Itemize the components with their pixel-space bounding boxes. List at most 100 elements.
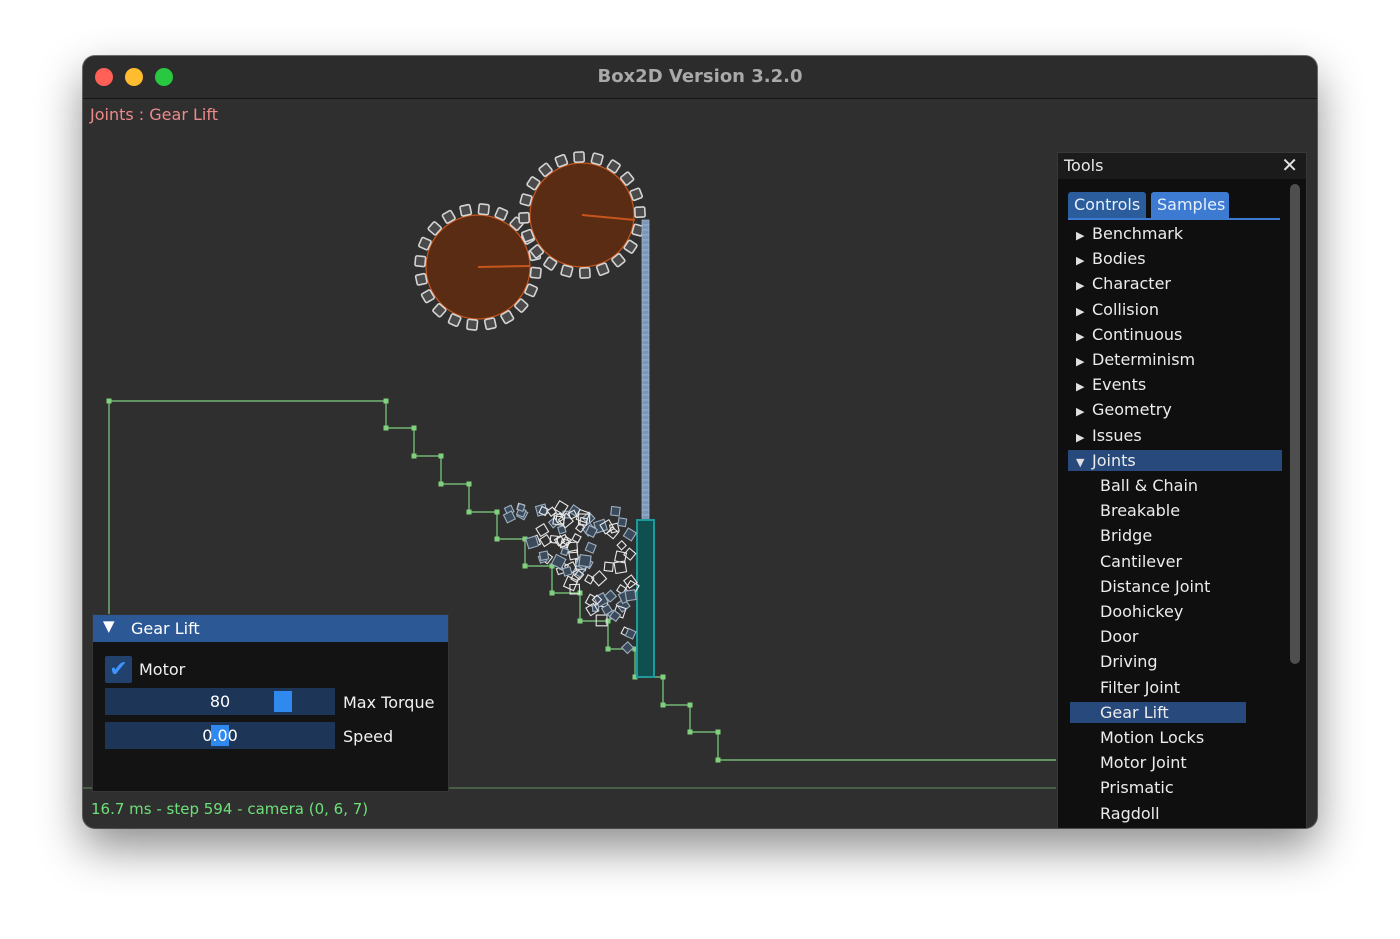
collapsed-triangle-icon: ▶ [1076,355,1085,368]
left-gear-tooth [459,203,473,217]
tab-samples[interactable]: Samples [1151,192,1229,218]
tree-category-label: Determinism [1092,350,1196,369]
right-gear-tooth [578,266,591,279]
chain-link [641,469,650,476]
ground-vertex [605,618,611,624]
tools-panel-title: Tools [1064,156,1104,175]
tree-category-joints[interactable]: ▼ Joints [1068,449,1282,471]
debris-box [616,539,627,551]
tree-category-label: Bodies [1092,249,1146,269]
debris-box [560,547,570,557]
chain-link [641,364,650,371]
ground-vertex [411,453,417,459]
max-torque-label: Max Torque [343,693,435,712]
collapsed-triangle-icon: ▶ [1076,329,1085,343]
chain-link [641,304,650,311]
chain-link [641,504,650,511]
simulation-viewport[interactable]: Joints : Gear Lift 16.7 ms - step 594 - … [83,99,1317,828]
debris-box [538,550,550,562]
tools-scroll-thumb[interactable] [1290,184,1300,664]
chain-link [641,299,650,306]
close-icon[interactable]: ✕ [1281,153,1298,177]
tree-sample-item[interactable]: Breakable [1070,500,1268,521]
chain-link [641,269,650,276]
collapsed-triangle-icon: ▶ [1076,380,1085,394]
sample-title: Joints : Gear Lift [90,105,218,124]
tree-category-continuous[interactable]: ▶ Continuous [1076,324,1266,345]
tree-sample-item[interactable]: Distance Joint [1070,576,1268,597]
tree-category-issues[interactable]: ▶ Issues [1076,425,1266,446]
tree-category-benchmark[interactable]: ▶ Benchmark [1076,223,1266,244]
chain-link [641,419,650,426]
expanded-triangle-icon: ▼ [1076,455,1085,469]
chain-link [641,324,650,331]
tree-sample-item[interactable]: Door [1070,626,1268,647]
chain-link [641,399,650,406]
chain-link [641,329,650,336]
tree-sample-item[interactable]: Filter Joint [1070,677,1268,698]
chain-link [641,224,650,231]
ground-vertex [383,398,389,404]
debris-box [578,554,592,568]
tree-sample-item[interactable]: Motor Joint [1070,752,1268,773]
tree-sample-item[interactable]: Motion Locks [1070,727,1268,748]
tree-sample-item[interactable]: Prismatic [1070,777,1268,798]
debris-box [624,627,637,640]
tree-category-collision[interactable]: ▶ Collision [1076,299,1266,320]
app-window: Box2D Version 3.2.0 Joints : Gear Lift 1… [83,56,1317,828]
gear-lift-panel: ▼ Gear Lift ✔ Motor 80 Max Torque 0.00 S… [92,614,449,792]
tree-sample-item[interactable]: Ball & Chain [1070,475,1268,496]
chain-link [641,474,650,481]
ground-vertex [715,757,721,763]
motor-checkbox[interactable]: ✔ [105,656,132,683]
chain-link [641,244,650,251]
chain-link [641,429,650,436]
ground-vertex [549,590,555,596]
checkmark-icon: ✔ [109,657,128,682]
chain-link [641,314,650,321]
max-torque-slider[interactable]: 80 [105,688,335,715]
chain-link [641,439,650,446]
chain-link [641,464,650,471]
tree-category-character[interactable]: ▶ Character [1076,273,1266,294]
tree-category-label: Collision [1092,299,1160,319]
chain-link [641,444,650,451]
speed-slider[interactable]: 0.00 [105,722,335,749]
title-bar: Box2D Version 3.2.0 [83,56,1317,99]
collapsed-triangle-icon: ▶ [1076,254,1085,268]
chain-link [641,254,650,261]
collapsed-triangle-icon: ▶ [1076,229,1085,242]
tree-sample-item[interactable]: Gear Lift [1070,701,1246,723]
tree-category-label: Benchmark [1092,224,1184,243]
tree-category-events[interactable]: ▶ Events [1076,374,1266,395]
tree-category-determinism[interactable]: ▶ Determinism [1076,349,1266,370]
tree-category-geometry[interactable]: ▶ Geometry [1076,399,1266,420]
debris-box [571,533,582,544]
tools-panel-header[interactable]: Tools ✕ [1058,153,1306,179]
collapse-triangle-icon[interactable]: ▼ [103,617,115,635]
gear-lift-panel-title: Gear Lift [131,619,200,638]
right-gear-tooth [560,264,574,278]
chain-link [641,484,650,491]
chain-link [641,309,650,316]
collapsed-triangle-icon: ▶ [1076,430,1085,444]
chain-link [641,424,650,431]
chain-link [641,479,650,486]
tree-sample-item[interactable]: Doohickey [1070,601,1268,622]
left-gear-tooth [466,318,479,331]
tree-sample-item[interactable]: Bridge [1070,525,1268,546]
tree-sample-item[interactable]: Driving [1070,651,1268,672]
left-gear-spoke [477,265,531,268]
chain-link [641,249,650,256]
tree-category-label: Character [1092,274,1171,294]
tree-category-bodies[interactable]: ▶ Bodies [1076,248,1266,269]
chain-link [641,494,650,501]
gear-lift-panel-header[interactable]: ▼ Gear Lift [93,615,448,642]
tab-controls[interactable]: Controls [1068,192,1146,218]
chain-link [641,454,650,461]
tools-scrollbar[interactable] [1288,181,1302,828]
tree-sample-item[interactable]: Cantilever [1070,551,1268,572]
right-gear-tooth [590,152,604,166]
tree-sample-item[interactable]: Ragdoll [1070,803,1268,824]
tab-underline [1068,218,1280,220]
